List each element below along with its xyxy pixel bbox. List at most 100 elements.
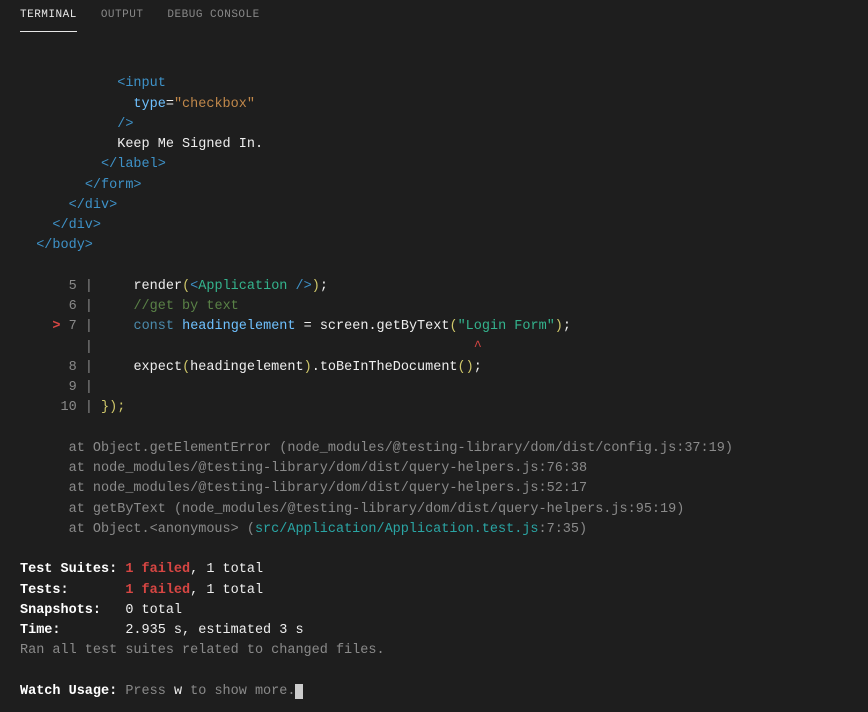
stack-at: at — [69, 481, 93, 496]
line-number: 6 — [69, 299, 77, 314]
string-login: "Login Form" — [458, 319, 555, 334]
fn-getbytext: getByText — [377, 319, 450, 334]
suites-failed: 1 failed — [125, 562, 190, 577]
stack-line: at node_modules/@testing-library/dom/dis… — [20, 481, 587, 496]
text-keep-signed: Keep Me Signed In. — [117, 137, 263, 152]
label-snapshots: Snapshots: — [20, 603, 101, 618]
stack-src: src/Application/Application.test.js — [255, 522, 539, 537]
panel-tabs: TERMINAL OUTPUT DEBUG CONSOLE — [0, 0, 868, 32]
code-line-6: 6 | //get by text — [20, 299, 239, 314]
line: </form> — [20, 178, 142, 193]
paren: ) — [304, 360, 312, 375]
line: </label> — [20, 157, 166, 172]
suites-total: , 1 total — [190, 562, 263, 577]
line-number: 7 — [69, 319, 77, 334]
eq: = — [296, 319, 320, 334]
dot: . — [312, 360, 320, 375]
attr-eq: = — [166, 97, 174, 112]
watch-label: Watch Usage: — [20, 684, 117, 699]
attr-type: type — [133, 97, 165, 112]
label-suites: Test Suites: — [20, 562, 117, 577]
summary-ran: Ran all test suites related to changed f… — [20, 643, 385, 658]
tag-form-close: </form> — [85, 178, 142, 193]
semi: ; — [563, 319, 571, 334]
watch-usage: Watch Usage: Press w to show more. — [20, 684, 303, 699]
line: </body> — [20, 238, 93, 253]
label-time: Time: — [20, 623, 61, 638]
stack-at: at — [69, 461, 93, 476]
var-heading: headingelement — [182, 319, 295, 334]
kw-const: const — [133, 319, 174, 334]
summary-tests: Tests: 1 failed, 1 total — [20, 583, 263, 598]
tag-input-close: /> — [117, 117, 133, 132]
code-line-5: 5 | render(<Application />); — [20, 279, 328, 294]
stack-line: at node_modules/@testing-library/dom/dis… — [20, 461, 587, 476]
stack-at: at Object.<anonymous> ( — [69, 522, 255, 537]
jsx-close: /> — [287, 279, 311, 294]
stack-path: node_modules/@testing-library/dom/dist/q… — [93, 481, 587, 496]
var-heading: headingelement — [190, 360, 303, 375]
time-val: 2.935 s, estimated 3 s — [125, 623, 303, 638]
code-line-8: 8 | expect(headingelement).toBeInTheDocu… — [20, 360, 482, 375]
stack-line: at Object.getElementError (node_modules/… — [20, 441, 733, 456]
obj-screen: screen — [320, 319, 369, 334]
stack-path: (node_modules/@testing-library/dom/dist/… — [174, 502, 684, 517]
paren: ( — [182, 279, 190, 294]
jsx-component: Application — [198, 279, 287, 294]
summary-snapshots: Snapshots: 0 total — [20, 603, 182, 618]
stack-line: at getByText (node_modules/@testing-libr… — [20, 502, 684, 517]
comment: //get by text — [133, 299, 238, 314]
fn-tobein: toBeInTheDocument — [320, 360, 458, 375]
stack-at: at Object.getElementError — [69, 441, 280, 456]
tag-body-close: </body> — [36, 238, 93, 253]
line: </div> — [20, 198, 117, 213]
tests-total: , 1 total — [190, 583, 263, 598]
tests-failed: 1 failed — [125, 583, 190, 598]
line: /> — [20, 117, 133, 132]
summary-time: Time: 2.935 s, estimated 3 s — [20, 623, 304, 638]
stack-path: (node_modules/@testing-library/dom/dist/… — [279, 441, 733, 456]
line-number: 5 — [69, 279, 77, 294]
code-line-caret: | ^ — [20, 340, 482, 355]
line-number: 9 — [69, 380, 77, 395]
terminal-output[interactable]: <input type="checkbox" /> Keep Me Signed… — [0, 32, 868, 712]
attr-val: "checkbox" — [174, 97, 255, 112]
line: type="checkbox" — [20, 97, 255, 112]
code-line-10: 10 | }); — [20, 400, 125, 415]
stack-path: node_modules/@testing-library/dom/dist/q… — [93, 461, 587, 476]
stack-line: at Object.<anonymous> (src/Application/A… — [20, 522, 587, 537]
line: <input — [20, 76, 166, 91]
line-number: 8 — [69, 360, 77, 375]
tag-div-close: </div> — [69, 198, 118, 213]
tag-label-close: </label> — [101, 157, 166, 172]
paren: ( — [449, 319, 457, 334]
tag-input-open: <input — [117, 76, 166, 91]
fn-render: render — [133, 279, 182, 294]
dot: . — [368, 319, 376, 334]
brace-close: }); — [101, 400, 125, 415]
watch-text2: to show more. — [182, 684, 295, 699]
line: Keep Me Signed In. — [20, 137, 263, 152]
snapshots-val: 0 total — [125, 603, 182, 618]
tab-terminal[interactable]: TERMINAL — [20, 0, 77, 32]
stack-at: at getByText — [69, 502, 174, 517]
paren: ) — [312, 279, 320, 294]
stack-loc: :7:35) — [539, 522, 588, 537]
terminal-cursor — [295, 684, 303, 699]
code-line-7: > 7 | const headingelement = screen.getB… — [20, 319, 571, 334]
label-tests: Tests: — [20, 583, 69, 598]
paren: ( — [182, 360, 190, 375]
paren: ) — [555, 319, 563, 334]
semi: ; — [320, 279, 328, 294]
line: </div> — [20, 218, 101, 233]
tab-output[interactable]: OUTPUT — [101, 0, 144, 32]
error-marker: > — [52, 319, 60, 334]
error-caret: ^ — [474, 340, 482, 355]
watch-text1: Press — [117, 684, 174, 699]
fn-expect: expect — [133, 360, 182, 375]
paren: ( — [458, 360, 466, 375]
line-number: 10 — [61, 400, 77, 415]
tab-debug-console[interactable]: DEBUG CONSOLE — [167, 0, 259, 32]
semi: ; — [474, 360, 482, 375]
watch-key: w — [174, 684, 182, 699]
